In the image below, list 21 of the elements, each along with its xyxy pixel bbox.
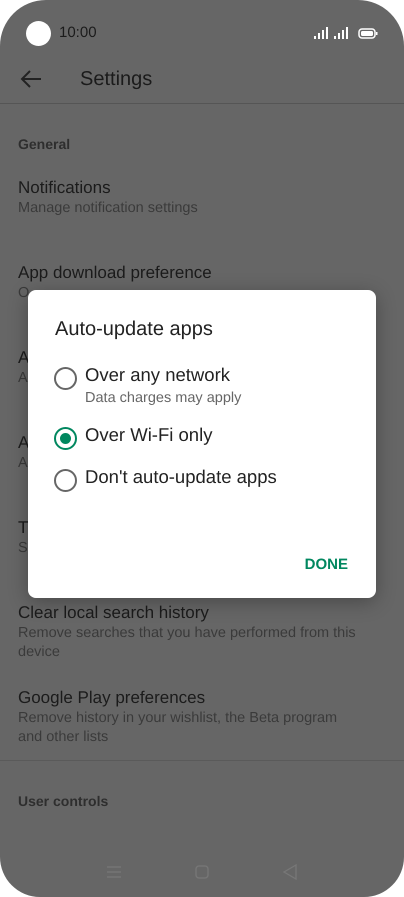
setting-title: Google Play preferences (18, 687, 206, 709)
camera-hole (26, 20, 51, 46)
dialog-title: Auto-update apps (55, 317, 214, 342)
section-header: General (17, 135, 72, 154)
radio-option[interactable]: Over Wi-Fi only (28, 422, 376, 450)
setting-title: App download preference (18, 262, 212, 284)
setting-title: A (18, 432, 30, 454)
battery-icon (358, 28, 378, 38)
radio-option[interactable]: Don't auto-update apps (28, 464, 376, 492)
setting-title: Clear local search history (18, 602, 209, 624)
signal-icon (334, 27, 350, 39)
setting-title: A (18, 347, 30, 369)
status-time: 10:00 (59, 22, 97, 43)
back-icon[interactable] (20, 70, 42, 88)
setting-title: Notifications (18, 177, 111, 199)
section-header: User controls (17, 792, 110, 811)
radio-option[interactable]: Over any network Data charges may apply (28, 362, 376, 408)
done-button[interactable]: DONE (296, 548, 356, 582)
signal-icon (314, 27, 330, 39)
setting-title: T (18, 517, 28, 539)
page-title: Settings (80, 66, 152, 92)
